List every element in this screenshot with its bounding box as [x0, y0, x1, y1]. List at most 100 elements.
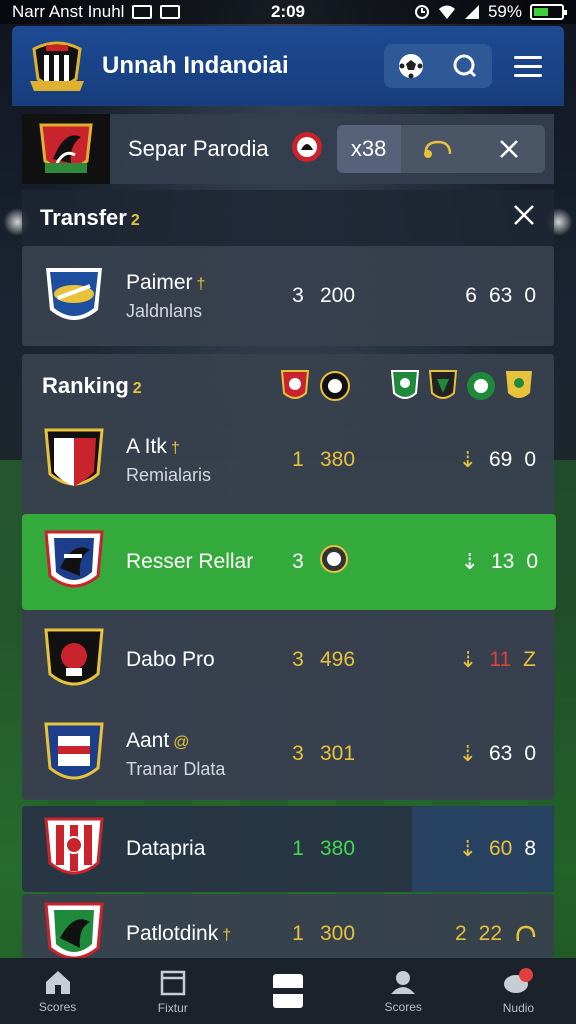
- team-tag: †: [170, 439, 180, 457]
- stat-a: 1: [292, 922, 304, 945]
- stat-c2: 22: [478, 922, 502, 945]
- league-crest-icon[interactable]: [466, 369, 496, 403]
- match-score[interactable]: x38: [336, 125, 401, 173]
- stat-c3: 0: [524, 448, 536, 471]
- transfer-title: Transfer 2: [40, 205, 140, 231]
- stat-b: [320, 545, 392, 579]
- stat-b: 301: [320, 742, 356, 765]
- team-tag: @: [173, 733, 190, 751]
- team-crest: [40, 812, 108, 886]
- stat-c2: 69: [488, 448, 513, 471]
- carrier-label: Narr Anst Inuhl: [12, 2, 125, 21]
- transfer-header: Transfer 2: [22, 190, 554, 246]
- status-bar: Narr Anst Inuhl 2:09 59%: [0, 0, 576, 24]
- team-name: Aant @: [126, 729, 276, 753]
- soccer-ball-icon[interactable]: [384, 44, 438, 88]
- team-name: Datapria: [126, 837, 276, 861]
- team-name: Resser Rellar: [126, 550, 276, 574]
- close-match-icon[interactable]: [473, 138, 545, 160]
- player-name: Paimer †: [126, 271, 276, 295]
- ranking-title-text: Ranking: [42, 373, 129, 398]
- arrow-down-icon: ⇣: [458, 836, 477, 861]
- nav-label: Scores: [384, 1000, 422, 1014]
- clock: 2:09: [270, 2, 306, 21]
- team-crest: [40, 717, 108, 791]
- team-crest: [40, 259, 108, 333]
- stat-c2: 63: [488, 742, 513, 765]
- team-name-text: Patlotdink: [126, 922, 219, 945]
- menu-icon[interactable]: [506, 44, 550, 88]
- stat-c1: 2: [454, 922, 467, 945]
- stat-b: 496: [320, 648, 356, 671]
- battery-icon: [530, 4, 567, 20]
- transfer-row[interactable]: Paimer † Jaldnlans 3 200 6 63 0: [22, 248, 554, 344]
- team-name: Patlotdink †: [126, 922, 276, 946]
- header-action-group: [384, 44, 492, 88]
- ranking-row[interactable]: Patlotdink † 1 300 2 22: [22, 894, 554, 958]
- chat-icon: [504, 968, 534, 993]
- match-title: Separ Parodia: [128, 136, 269, 161]
- league-crest-icon[interactable]: [390, 369, 420, 403]
- league-crest-icon[interactable]: [320, 369, 350, 403]
- whistle-icon[interactable]: [401, 136, 473, 162]
- alarm-icon: [414, 5, 429, 19]
- transfer-title-text: Transfer: [40, 205, 127, 230]
- image-icon: [160, 5, 181, 19]
- whistle-icon: [516, 925, 536, 942]
- opponent-crest: [291, 130, 323, 169]
- league-crest-icon[interactable]: [428, 369, 458, 403]
- stat-c2: 11: [489, 648, 512, 671]
- match-bar[interactable]: Separ Parodia x38: [22, 114, 554, 184]
- team-badge-icon: [320, 545, 348, 573]
- player-club: Jaldnlans: [126, 300, 203, 321]
- match-team-crest: [22, 114, 110, 184]
- stat-a: 3: [292, 550, 304, 573]
- nav-item-chat[interactable]: Nudio: [461, 958, 576, 1024]
- search-icon[interactable]: [438, 44, 492, 88]
- nav-item-center[interactable]: [230, 958, 345, 1024]
- wifi-icon: [438, 5, 455, 19]
- ranking-row[interactable]: A Itk † Remialaris 1 380 ⇣ 69 0: [22, 412, 554, 508]
- arrow-down-icon: ⇣: [458, 447, 477, 472]
- nav-item-fixtures[interactable]: Fixtur: [115, 958, 230, 1024]
- league-crest-icon[interactable]: [504, 369, 534, 403]
- highlighted-row[interactable]: Resser Rellar 3 ⇣ 13 0: [22, 514, 556, 610]
- ranking-row[interactable]: Datapria 1 380 ⇣ 60 8: [22, 801, 554, 897]
- ranking-row[interactable]: Aant @ Tranar Dlata 3 301 ⇣ 63 0: [22, 706, 554, 802]
- home-icon: [45, 971, 70, 994]
- app-title: Unnah Indanoiai: [102, 52, 289, 79]
- stat-b: 380: [320, 837, 356, 860]
- stat-a: 3: [292, 742, 304, 765]
- transfer-card[interactable]: Paimer † Jaldnlans 3 200 6 63 0: [22, 246, 554, 346]
- ranking-tag: 2: [132, 380, 142, 397]
- team-name-text: Datapria: [126, 837, 206, 860]
- stat-c3: 0: [526, 550, 538, 573]
- battery-percent: 59%: [487, 2, 522, 21]
- nav-label: Nudio: [502, 1001, 535, 1015]
- club-logo[interactable]: [26, 35, 88, 97]
- player-name-text: Paimer: [126, 270, 193, 294]
- team-crest: [40, 897, 108, 958]
- stat-c2: 13: [490, 550, 515, 573]
- stat-c2: 60: [488, 837, 513, 860]
- team-name: Dabo Pro: [126, 648, 276, 672]
- ranking-row[interactable]: Dabo Pro 3 496 ⇣ 11 Z: [22, 612, 554, 708]
- player-tag: †: [196, 275, 206, 293]
- ranking-header: Ranking 2: [22, 354, 554, 418]
- match-controls: x38: [336, 125, 545, 173]
- ranking-card-partial: Patlotdink † 1 300 2 22: [22, 894, 554, 958]
- team-tag: †: [222, 927, 232, 944]
- calendar-icon: [160, 970, 186, 996]
- arrow-down-icon: ⇣: [458, 647, 478, 672]
- nav-item-team[interactable]: Scores: [346, 958, 461, 1024]
- team-crest: [40, 423, 108, 497]
- notification-icon: [132, 5, 153, 19]
- ranking-row[interactable]: Resser Rellar 3 ⇣ 13 0: [22, 514, 556, 610]
- league-crest-icon[interactable]: [280, 369, 310, 403]
- team-name-text: A Itk: [126, 434, 167, 458]
- stat-c3: 0: [524, 742, 536, 765]
- close-icon[interactable]: [512, 203, 536, 233]
- nav-item-scores[interactable]: Scores: [0, 958, 115, 1024]
- stat-b: 200: [320, 284, 356, 307]
- stat-c3: 0: [524, 284, 536, 307]
